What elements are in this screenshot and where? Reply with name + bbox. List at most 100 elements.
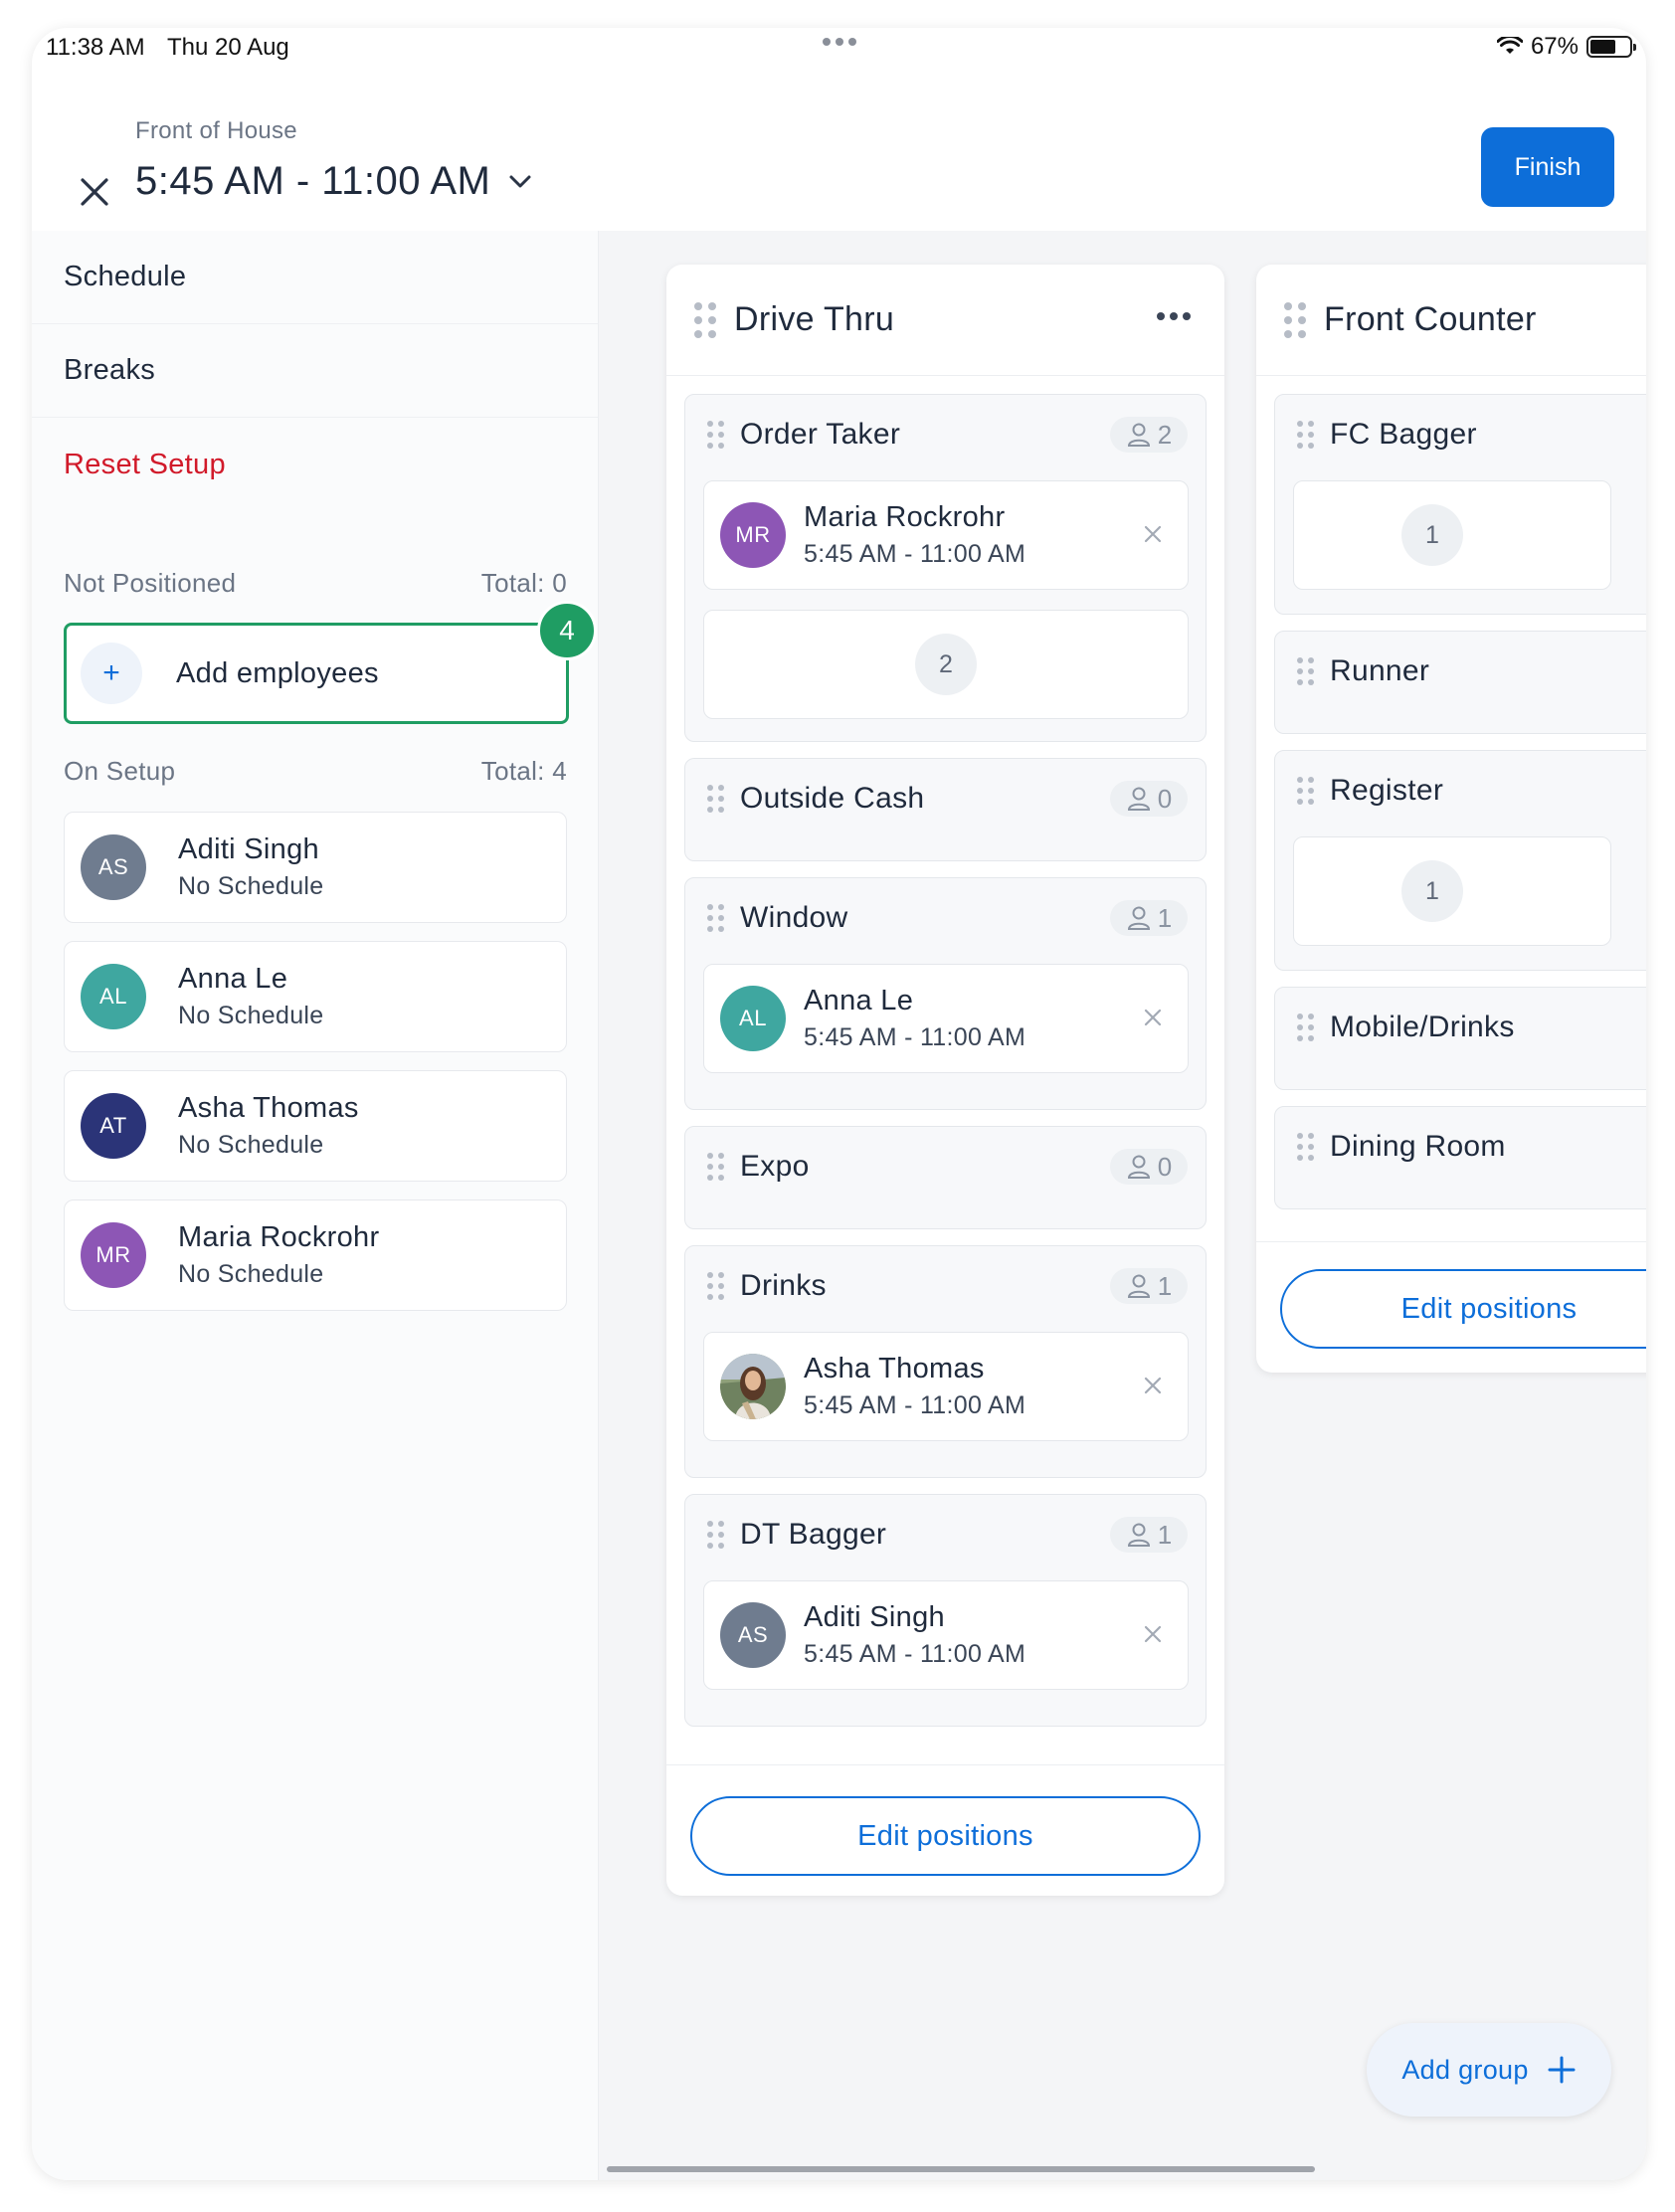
empty-slot[interactable]: 1 [1293,480,1611,590]
plus-icon: + [81,643,142,704]
not-positioned-label: Not Positioned [64,568,237,598]
shift-time: 5:45 AM - 11:00 AM [804,1640,1026,1668]
position-title: Dining Room [1330,1130,1506,1163]
battery-icon [1586,36,1636,58]
avatar: MR [81,1222,146,1288]
employee-card[interactable]: AS Aditi Singh No Schedule [64,812,567,923]
position-title: DT Bagger [740,1518,887,1551]
position-outside-cash: Outside Cash 0 [684,758,1207,861]
drag-handle-icon[interactable] [1297,1014,1314,1041]
assigned-slot[interactable]: Asha Thomas 5:45 AM - 11:00 AM [703,1332,1189,1441]
position-count-value: 0 [1157,783,1173,814]
drag-handle-icon[interactable] [707,1272,724,1300]
employee-card[interactable]: AL Anna Le No Schedule [64,941,567,1052]
position-title: FC Bagger [1330,418,1477,451]
drag-handle-icon[interactable] [707,785,724,813]
person-icon [1127,1523,1150,1547]
avatar-photo [720,1354,786,1419]
person-icon [1127,906,1150,930]
assigned-slot[interactable]: AL Anna Le 5:45 AM - 11:00 AM [703,964,1189,1073]
person-icon [1127,1155,1150,1179]
position-title: Window [740,901,848,934]
assigned-slot[interactable]: MR Maria Rockrohr 5:45 AM - 11:00 AM [703,480,1189,590]
position-fc-bagger: FC Bagger 1 [1274,394,1646,615]
employee-name: Aditi Singh [178,833,319,865]
slot-number: 2 [915,634,977,695]
group-title: Front Counter [1324,300,1537,338]
multitasking-dots-icon[interactable] [822,38,856,46]
avatar: AS [81,834,146,900]
assigned-slot[interactable]: AS Aditi Singh 5:45 AM - 11:00 AM [703,1580,1189,1690]
on-setup-header: On Setup Total: 4 [64,756,567,787]
empty-slot[interactable]: 2 [703,610,1189,719]
edit-positions-button[interactable]: Edit positions [1280,1269,1646,1349]
avatar: MR [720,502,786,568]
drag-handle-icon[interactable] [1297,1133,1314,1161]
position-count: 0 [1110,1149,1188,1185]
more-icon[interactable] [1157,312,1191,320]
positions-board: Drive Thru Order Taker 2 MR Maria Rockro… [599,231,1646,2180]
header-subtitle: Front of House [135,117,297,144]
employee-name: Anna Le [178,963,288,995]
close-icon [81,178,108,206]
not-positioned-header: Not Positioned Total: 0 [64,568,567,599]
group-header: Drive Thru [666,265,1224,376]
drag-handle-icon[interactable] [707,904,724,932]
on-setup-label: On Setup [64,756,176,786]
position-count: 1 [1110,900,1188,936]
position-title: Order Taker [740,418,901,451]
position-mobile-drinks: Mobile/Drinks [1274,987,1646,1090]
position-title: Expo [740,1150,810,1183]
add-group-button[interactable]: Add group [1367,2023,1611,2117]
position-count-value: 1 [1157,1270,1173,1301]
person-icon [1127,787,1150,811]
plus-icon [1548,2056,1576,2084]
position-dt-bagger: DT Bagger 1 AS Aditi Singh 5:45 AM - 11:… [684,1494,1207,1727]
position-count-value: 1 [1157,902,1173,933]
sidebar-item-breaks[interactable]: Breaks [32,324,598,418]
drag-handle-icon[interactable] [707,421,724,449]
slot-number: 1 [1401,860,1463,922]
position-order-taker: Order Taker 2 MR Maria Rockrohr 5:45 AM … [684,394,1207,742]
employee-name: Aditi Singh [804,1601,945,1633]
edit-positions-button[interactable]: Edit positions [690,1796,1201,1876]
employee-card[interactable]: AT Asha Thomas No Schedule [64,1070,567,1182]
reset-setup-button[interactable]: Reset Setup [32,418,598,511]
add-employees-button[interactable]: + Add employees [64,623,569,724]
position-count: 1 [1110,1517,1188,1553]
employee-card[interactable]: MR Maria Rockrohr No Schedule [64,1199,567,1311]
position-title: Drinks [740,1269,827,1302]
sidebar-item-schedule[interactable]: Schedule [32,231,598,324]
remove-icon[interactable] [1140,1621,1166,1647]
status-time: 11:38 AM [46,34,145,61]
person-icon [1127,423,1150,447]
drag-handle-icon[interactable] [1297,657,1314,685]
position-count-value: 0 [1157,1151,1173,1182]
drag-handle-icon[interactable] [1297,777,1314,805]
remove-icon[interactable] [1140,1373,1166,1398]
group-header: Front Counter [1256,265,1646,376]
empty-slot[interactable]: 1 [1293,836,1611,946]
close-button[interactable] [70,167,119,217]
slot-number: 1 [1401,504,1463,566]
battery-percent: 67% [1530,33,1579,60]
employee-status: No Schedule [178,1002,324,1029]
page-title: 5:45 AM - 11:00 AM [135,159,491,203]
position-title: Register [1330,774,1444,807]
drag-handle-icon[interactable] [1284,301,1306,338]
home-indicator[interactable] [607,2166,1315,2172]
avatar: AL [81,964,146,1029]
drag-handle-icon[interactable] [1297,421,1314,449]
position-count: 1 [1110,1268,1188,1304]
drag-handle-icon[interactable] [694,301,716,338]
finish-button[interactable]: Finish [1481,127,1614,207]
group-front-counter: Front Counter FC Bagger 1 Runner Registe… [1256,265,1646,1373]
not-positioned-total: Total: 0 [480,568,567,598]
drag-handle-icon[interactable] [707,1153,724,1181]
remove-icon[interactable] [1140,521,1166,547]
position-title: Runner [1330,654,1430,687]
employee-status: No Schedule [178,1131,324,1159]
remove-icon[interactable] [1140,1005,1166,1030]
shift-selector[interactable]: 5:45 AM - 11:00 AM [135,159,532,204]
drag-handle-icon[interactable] [707,1521,724,1549]
